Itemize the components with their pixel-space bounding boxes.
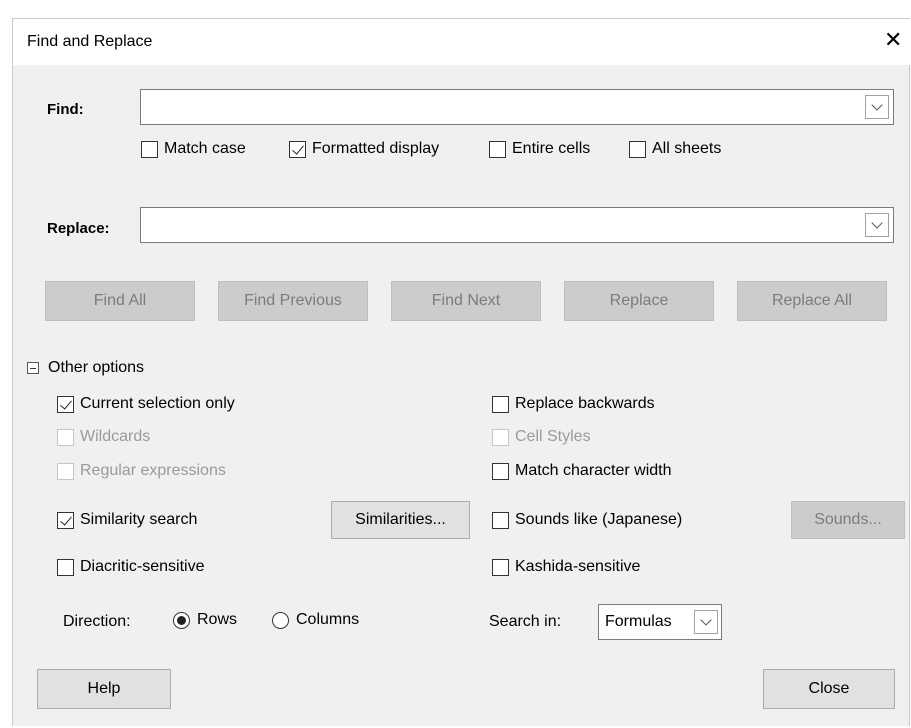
match-character-width-box[interactable] xyxy=(492,462,509,480)
replace-button[interactable]: Replace xyxy=(564,281,714,321)
title-bar: Find and Replace ✕ xyxy=(13,19,911,65)
find-previous-button[interactable]: Find Previous xyxy=(218,281,368,321)
replace-backwards-checkbox[interactable]: Replace backwards xyxy=(492,395,655,413)
sounds-button[interactable]: Sounds... xyxy=(791,501,905,539)
formatted-display-box[interactable] xyxy=(289,140,306,158)
entire-cells-label: Entire cells xyxy=(512,140,591,157)
similarity-search-box[interactable] xyxy=(57,511,74,529)
columns-label: Columns xyxy=(296,611,360,628)
direction-label: Direction: xyxy=(63,613,131,630)
direction-columns-radio[interactable]: Columns xyxy=(272,611,359,629)
replace-backwards-box[interactable] xyxy=(492,395,509,413)
all-sheets-checkbox[interactable]: All sheets xyxy=(629,140,721,158)
cell-styles-checkbox[interactable]: Cell Styles xyxy=(492,428,591,446)
other-options-expander[interactable]: Other options xyxy=(27,359,144,377)
formatted-display-label: Formatted display xyxy=(312,140,440,157)
cell-styles-label: Cell Styles xyxy=(515,428,591,445)
cell-styles-box[interactable] xyxy=(492,428,509,446)
rows-label: Rows xyxy=(197,611,238,628)
diacritic-sensitive-label: Diacritic-sensitive xyxy=(80,558,205,575)
all-sheets-box[interactable] xyxy=(629,140,646,158)
match-case-checkbox[interactable]: Match case xyxy=(141,140,246,158)
other-options-label: Other options xyxy=(48,359,145,376)
regular-expressions-checkbox[interactable]: Regular expressions xyxy=(57,462,226,480)
close-icon[interactable]: ✕ xyxy=(884,29,902,51)
sounds-like-checkbox[interactable]: Sounds like (Japanese) xyxy=(492,511,682,529)
match-character-width-checkbox[interactable]: Match character width xyxy=(492,462,672,480)
replace-backwards-label: Replace backwards xyxy=(515,395,655,412)
wildcards-box[interactable] xyxy=(57,428,74,446)
diacritic-sensitive-checkbox[interactable]: Diacritic-sensitive xyxy=(57,558,204,576)
wildcards-label: Wildcards xyxy=(80,428,151,445)
all-sheets-label: All sheets xyxy=(652,140,722,157)
replace-label: Replace: xyxy=(47,220,110,237)
match-case-label: Match case xyxy=(164,140,246,157)
find-all-button[interactable]: Find All xyxy=(45,281,195,321)
current-selection-only-label: Current selection only xyxy=(80,395,235,412)
find-label: Find: xyxy=(47,101,84,118)
help-button[interactable]: Help xyxy=(37,669,171,709)
sounds-like-box[interactable] xyxy=(492,511,509,529)
current-selection-only-box[interactable] xyxy=(57,395,74,413)
regular-expressions-box[interactable] xyxy=(57,462,74,480)
similarity-search-checkbox[interactable]: Similarity search xyxy=(57,511,197,529)
similarities-button[interactable]: Similarities... xyxy=(331,501,470,539)
find-input[interactable] xyxy=(140,89,894,125)
collapse-icon[interactable] xyxy=(27,362,39,374)
columns-radio-circle[interactable] xyxy=(272,611,289,629)
kashida-sensitive-label: Kashida-sensitive xyxy=(515,558,641,575)
chevron-down-icon[interactable] xyxy=(865,213,889,237)
find-replace-dialog: Find and Replace ✕ Find: Match case Form… xyxy=(12,18,911,726)
sounds-like-label: Sounds like (Japanese) xyxy=(515,511,683,528)
chevron-down-icon[interactable] xyxy=(865,95,889,119)
current-selection-only-checkbox[interactable]: Current selection only xyxy=(57,395,235,413)
search-in-select[interactable]: Formulas xyxy=(598,604,722,640)
wildcards-checkbox[interactable]: Wildcards xyxy=(57,428,150,446)
diacritic-sensitive-box[interactable] xyxy=(57,558,74,576)
window-title: Find and Replace xyxy=(27,33,153,50)
similarity-search-label: Similarity search xyxy=(80,511,198,528)
search-in-label: Search in: xyxy=(489,613,562,630)
entire-cells-box[interactable] xyxy=(489,140,506,158)
rows-radio-circle[interactable] xyxy=(173,611,190,629)
search-in-value: Formulas xyxy=(605,613,672,630)
formatted-display-checkbox[interactable]: Formatted display xyxy=(289,140,439,158)
regular-expressions-label: Regular expressions xyxy=(80,462,226,479)
replace-all-button[interactable]: Replace All xyxy=(737,281,887,321)
find-next-button[interactable]: Find Next xyxy=(391,281,541,321)
chevron-down-icon[interactable] xyxy=(694,610,718,634)
kashida-sensitive-box[interactable] xyxy=(492,558,509,576)
match-case-box[interactable] xyxy=(141,140,158,158)
direction-rows-radio[interactable]: Rows xyxy=(173,611,237,629)
match-character-width-label: Match character width xyxy=(515,462,672,479)
entire-cells-checkbox[interactable]: Entire cells xyxy=(489,140,590,158)
kashida-sensitive-checkbox[interactable]: Kashida-sensitive xyxy=(492,558,640,576)
close-button[interactable]: Close xyxy=(763,669,895,709)
replace-input[interactable] xyxy=(140,207,894,243)
